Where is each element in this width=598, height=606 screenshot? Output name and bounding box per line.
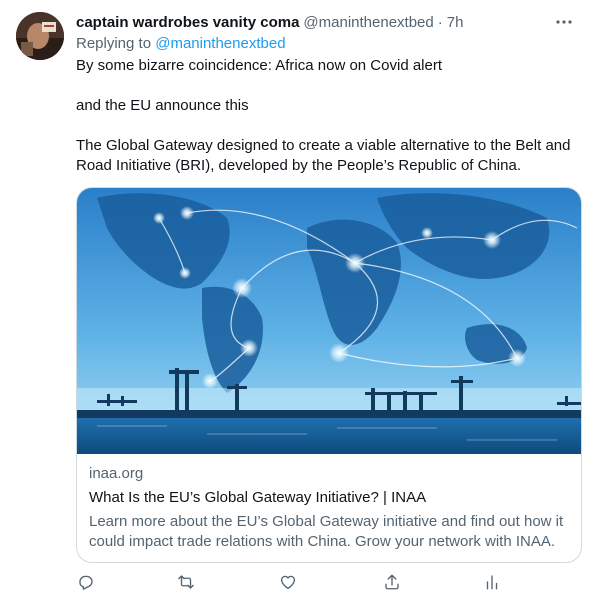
- link-card[interactable]: inaa.org What Is the EU’s Global Gateway…: [76, 187, 582, 563]
- like-icon: [280, 575, 296, 590]
- avatar-image: [16, 12, 64, 60]
- more-options-button[interactable]: [550, 10, 578, 34]
- timestamp[interactable]: 7h: [447, 14, 464, 31]
- tweet-paragraph: By some bizarre coincidence: Africa now …: [76, 57, 443, 74]
- avatar[interactable]: [16, 12, 64, 60]
- reply-button[interactable]: [76, 572, 96, 592]
- card-description: Learn more about the EU’s Global Gateway…: [89, 513, 564, 550]
- card-title: What Is the EU’s Global Gateway Initiati…: [89, 489, 427, 506]
- tweet-actions: [76, 572, 506, 596]
- like-button[interactable]: [278, 572, 298, 592]
- retweet-icon: [178, 575, 194, 589]
- separator: ·: [437, 13, 443, 31]
- replying-prefix: Replying to: [76, 35, 156, 52]
- user-handle[interactable]: @maninthenextbed: [303, 14, 433, 31]
- tweet[interactable]: captain wardrobes vanity coma @maninthen…: [0, 0, 598, 606]
- tweet-header: captain wardrobes vanity coma @maninthen…: [76, 12, 582, 32]
- analytics-icon: [486, 575, 498, 590]
- tweet-paragraph: The Global Gateway designed to create a …: [76, 137, 571, 174]
- card-image[interactable]: [77, 188, 581, 454]
- more-icon: [556, 20, 572, 24]
- share-icon: [385, 574, 399, 590]
- replying-mention-link[interactable]: @maninthenextbed: [155, 35, 285, 52]
- card-info: inaa.org What Is the EU’s Global Gateway…: [89, 464, 569, 552]
- replying-to: Replying to @maninthenextbed: [76, 35, 286, 52]
- world-map-port-image: [77, 188, 581, 454]
- tweet-paragraph: and the EU announce this: [76, 97, 249, 114]
- analytics-button[interactable]: [482, 572, 502, 592]
- share-button[interactable]: [382, 572, 402, 592]
- retweet-button[interactable]: [176, 572, 196, 592]
- display-name[interactable]: captain wardrobes vanity coma: [76, 14, 299, 31]
- reply-icon: [79, 575, 93, 590]
- card-domain: inaa.org: [89, 465, 144, 482]
- tweet-text: By some bizarre coincidence: Africa now …: [76, 56, 586, 176]
